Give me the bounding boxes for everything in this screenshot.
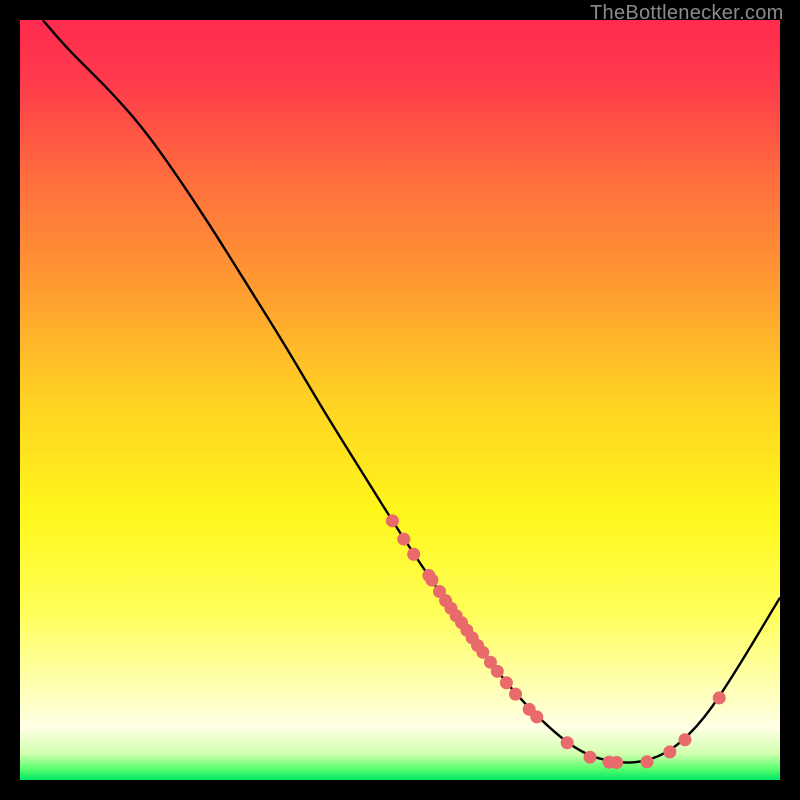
data-marker [679,733,692,746]
data-marker [397,533,410,546]
data-marker [584,751,597,764]
data-marker [386,514,399,527]
chart-frame: TheBottlenecker.com [0,0,800,800]
bottleneck-chart [20,20,780,780]
data-marker [509,688,522,701]
data-marker [530,710,543,723]
data-marker [641,755,654,768]
data-marker [610,756,623,769]
data-marker [425,574,438,587]
data-marker [491,665,504,678]
data-marker [663,745,676,758]
data-marker [500,676,513,689]
data-marker [561,736,574,749]
data-marker [713,691,726,704]
data-marker [407,548,420,561]
gradient-background [20,20,780,780]
